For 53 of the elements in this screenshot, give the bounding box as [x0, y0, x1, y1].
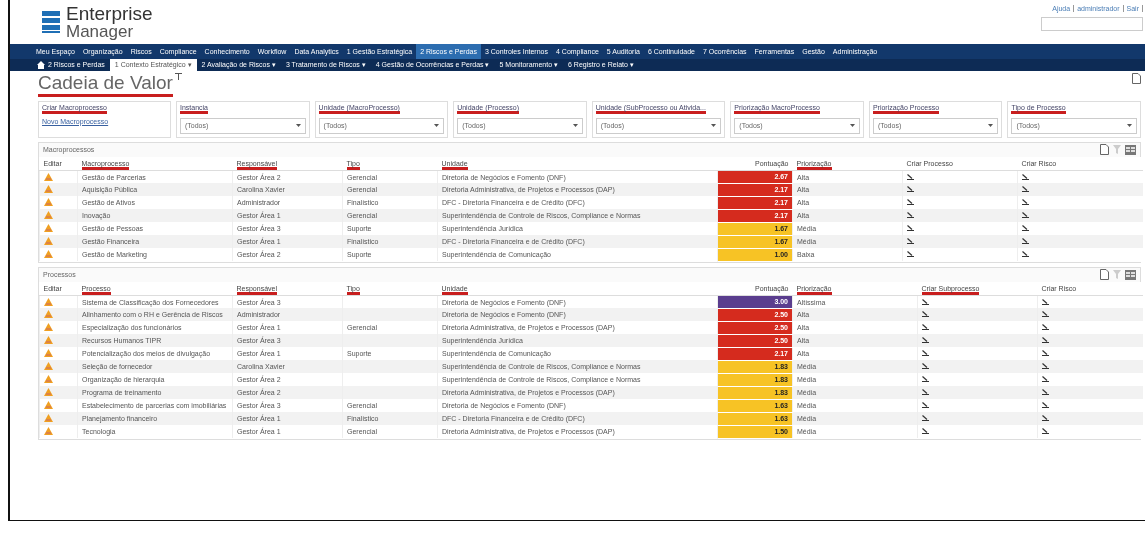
create-icon[interactable]: [1042, 350, 1049, 357]
columns-icon[interactable]: [1125, 144, 1136, 155]
create-icon[interactable]: [907, 173, 914, 180]
create-icon[interactable]: [1042, 376, 1049, 383]
document-icon[interactable]: [1132, 73, 1141, 84]
create-icon[interactable]: [1022, 199, 1029, 206]
create-icon[interactable]: [1042, 311, 1049, 318]
caret-icon: [572, 124, 578, 128]
export-icon[interactable]: [1100, 269, 1109, 281]
page-title: Cadeia de Valor: [38, 73, 173, 97]
create-icon[interactable]: [922, 376, 929, 383]
create-icon[interactable]: [1022, 225, 1029, 232]
create-icon[interactable]: [1042, 389, 1049, 396]
create-icon[interactable]: [907, 251, 914, 258]
create-icon[interactable]: [1042, 415, 1049, 422]
create-icon[interactable]: [1042, 363, 1049, 370]
create-icon[interactable]: [922, 363, 929, 370]
caret-icon: [988, 124, 994, 128]
create-icon[interactable]: [1022, 251, 1029, 258]
logo-subtitle: Manager: [66, 23, 134, 40]
home-icon: [37, 61, 45, 69]
create-icon[interactable]: [907, 212, 914, 219]
create-icon[interactable]: [922, 324, 929, 331]
create-icon[interactable]: [922, 337, 929, 344]
create-icon[interactable]: [1042, 402, 1049, 409]
create-icon[interactable]: [922, 402, 929, 409]
create-icon[interactable]: [907, 238, 914, 245]
create-icon[interactable]: [1042, 298, 1049, 305]
export-icon[interactable]: [1100, 144, 1109, 156]
create-icon[interactable]: [1042, 428, 1049, 435]
create-icon[interactable]: [1022, 186, 1029, 193]
create-icon[interactable]: [922, 428, 929, 435]
columns-icon[interactable]: [1125, 269, 1136, 280]
caret-icon: [711, 124, 717, 128]
create-icon[interactable]: [907, 225, 914, 232]
create-icon[interactable]: [1042, 337, 1049, 344]
create-icon[interactable]: [1022, 212, 1029, 219]
create-icon[interactable]: [907, 186, 914, 193]
caret-icon: [1127, 124, 1133, 128]
search-field[interactable]: [1041, 17, 1143, 31]
caret-icon: [849, 124, 855, 128]
create-icon[interactable]: [1042, 324, 1049, 331]
create-icon[interactable]: [1022, 238, 1029, 245]
caret-icon: [434, 124, 440, 128]
create-icon[interactable]: [1022, 173, 1029, 180]
create-icon[interactable]: [922, 350, 929, 357]
create-icon[interactable]: [922, 389, 929, 396]
create-icon[interactable]: [907, 199, 914, 206]
create-icon[interactable]: [922, 311, 929, 318]
create-icon[interactable]: [922, 298, 929, 305]
logo-icon: [40, 9, 62, 35]
create-icon[interactable]: [922, 415, 929, 422]
caret-icon: [295, 124, 301, 128]
